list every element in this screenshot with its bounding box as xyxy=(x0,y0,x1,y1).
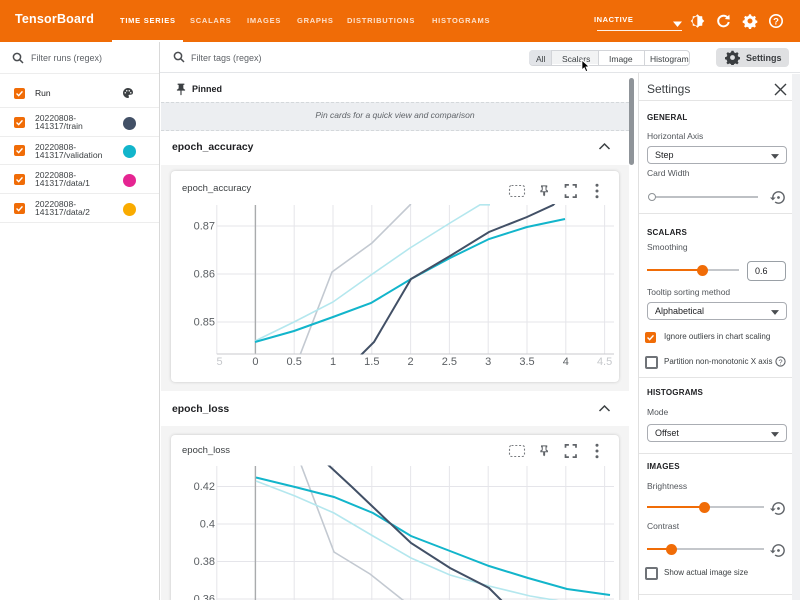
svg-text:0.85: 0.85 xyxy=(194,317,215,329)
svg-text:0.38: 0.38 xyxy=(194,556,215,568)
svg-text:0.5: 0.5 xyxy=(287,356,302,368)
svg-text:2.5: 2.5 xyxy=(442,356,457,368)
svg-text:2: 2 xyxy=(408,356,414,368)
svg-text:5: 5 xyxy=(216,356,222,368)
svg-text:3: 3 xyxy=(485,356,491,368)
svg-text:0: 0 xyxy=(252,356,258,368)
svg-text:?: ? xyxy=(778,357,782,366)
svg-text:1: 1 xyxy=(330,356,336,368)
svg-text:0.86: 0.86 xyxy=(194,269,215,281)
svg-text:?: ? xyxy=(773,16,779,27)
svg-text:0.42: 0.42 xyxy=(194,481,215,493)
svg-text:3.5: 3.5 xyxy=(519,356,534,368)
svg-text:0.4: 0.4 xyxy=(200,519,215,531)
svg-text:1.5: 1.5 xyxy=(364,356,379,368)
svg-text:0.36: 0.36 xyxy=(194,594,215,600)
svg-text:0.87: 0.87 xyxy=(194,221,215,233)
svg-text:4: 4 xyxy=(563,356,569,368)
svg-text:4.5: 4.5 xyxy=(597,356,612,368)
